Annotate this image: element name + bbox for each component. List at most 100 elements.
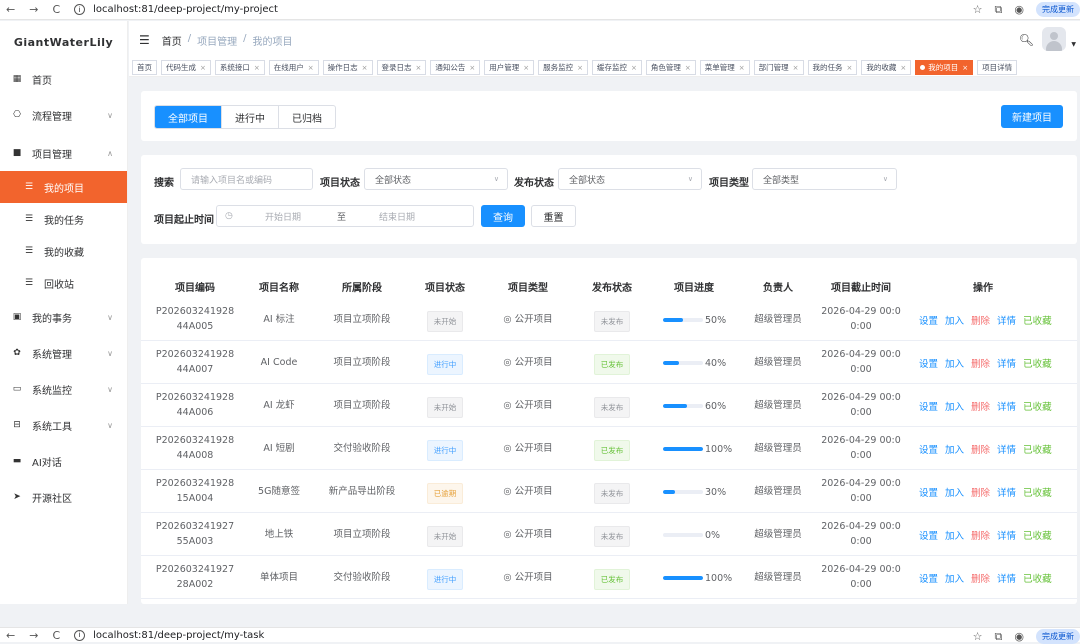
tag-12[interactable]: 部门管理 ×: [753, 60, 804, 75]
sidebar-item-affairs[interactable]: ▣ 我的事务 ∨: [0, 299, 127, 335]
close-icon[interactable]: ×: [900, 64, 906, 72]
favorited-link[interactable]: 已收藏: [1023, 528, 1052, 542]
sidebar-item-community[interactable]: ➤ 开源社区: [0, 479, 127, 515]
sidebar-item-monitor[interactable]: ▭ 系统监控 ∨: [0, 371, 127, 407]
close-icon[interactable]: ×: [523, 64, 529, 72]
detail-link[interactable]: 详情: [997, 442, 1016, 456]
caret-down-icon[interactable]: ▼: [1071, 41, 1076, 48]
forward-icon[interactable]: →: [29, 629, 38, 642]
settings-link[interactable]: 设置: [919, 528, 938, 542]
delete-link[interactable]: 删除: [971, 442, 990, 456]
join-link[interactable]: 加入: [945, 528, 964, 542]
detail-link[interactable]: 详情: [997, 356, 1016, 370]
tab-archived[interactable]: 已归档: [279, 106, 335, 128]
tag-9[interactable]: 缓存监控 ×: [592, 60, 642, 75]
tag-16[interactable]: 项目详情: [977, 60, 1018, 75]
settings-link[interactable]: 设置: [919, 442, 938, 456]
reload-icon[interactable]: C: [52, 629, 60, 642]
update-button[interactable]: 完成更新: [1036, 2, 1080, 17]
hamburger-icon[interactable]: ☰: [139, 33, 150, 47]
status-select[interactable]: 全部状态 ∨: [364, 168, 508, 190]
delete-link[interactable]: 删除: [971, 313, 990, 327]
close-icon[interactable]: ×: [254, 64, 260, 72]
close-icon[interactable]: ×: [577, 64, 583, 72]
extensions-icon[interactable]: ⧉: [995, 630, 1003, 644]
delete-link[interactable]: 删除: [971, 528, 990, 542]
tag-1[interactable]: 代码生成 ×: [161, 60, 211, 75]
detail-link[interactable]: 详情: [997, 313, 1016, 327]
breadcrumb-home[interactable]: 首页: [162, 33, 182, 48]
tab-all[interactable]: 全部项目: [155, 106, 222, 128]
tag-11[interactable]: 菜单管理 ×: [699, 60, 750, 75]
settings-link[interactable]: 设置: [919, 356, 938, 370]
address-bar[interactable]: i localhost:81/deep-project/my-task: [74, 629, 264, 641]
tag-13[interactable]: 我的任务 ×: [807, 60, 858, 75]
sidebar-item-recycle[interactable]: ☰ 回收站: [0, 267, 127, 299]
favorited-link[interactable]: 已收藏: [1023, 442, 1052, 456]
sidebar-item-system[interactable]: ✿ 系统管理 ∨: [0, 335, 127, 371]
settings-link[interactable]: 设置: [919, 485, 938, 499]
tag-2[interactable]: 系统接口 ×: [214, 60, 265, 75]
join-link[interactable]: 加入: [945, 399, 964, 413]
star-icon[interactable]: ☆: [973, 3, 983, 16]
tag-5[interactable]: 登录日志 ×: [376, 60, 427, 75]
tag-7[interactable]: 用户管理 ×: [484, 60, 535, 75]
tab-in-progress[interactable]: 进行中: [222, 106, 279, 128]
tag-0[interactable]: 首页: [132, 60, 157, 75]
new-project-button[interactable]: 新建项目: [1001, 105, 1063, 128]
delete-link[interactable]: 删除: [971, 399, 990, 413]
breadcrumb-project[interactable]: 项目管理: [197, 33, 237, 48]
close-icon[interactable]: ×: [200, 64, 206, 72]
join-link[interactable]: 加入: [945, 485, 964, 499]
sidebar-item-tools[interactable]: ⊟ 系统工具 ∨: [0, 407, 127, 443]
close-icon[interactable]: ×: [469, 64, 475, 72]
sidebar-item-ai-chat[interactable]: ▬ AI对话: [0, 443, 127, 479]
search-input[interactable]: 请输入项目名或编码: [180, 168, 313, 190]
type-select[interactable]: 全部类型 ∨: [752, 168, 897, 190]
query-button[interactable]: 查询: [481, 205, 525, 227]
sidebar-item-my-favorite[interactable]: ☰ 我的收藏: [0, 235, 127, 267]
reset-button[interactable]: 重置: [531, 205, 576, 227]
close-icon[interactable]: ×: [631, 64, 637, 72]
search-icon[interactable]: 🔍︎: [1019, 33, 1034, 47]
profile-icon[interactable]: ◉: [1014, 3, 1024, 16]
sidebar-item-flow[interactable]: ⎔ 流程管理 ∨: [0, 95, 127, 135]
close-icon[interactable]: ×: [962, 64, 968, 72]
settings-link[interactable]: 设置: [919, 399, 938, 413]
close-icon[interactable]: ×: [793, 64, 799, 72]
address-bar[interactable]: i localhost:81/deep-project/my-project: [74, 4, 278, 15]
detail-link[interactable]: 详情: [997, 571, 1016, 585]
profile-icon[interactable]: ◉: [1014, 630, 1024, 643]
close-icon[interactable]: ×: [416, 64, 422, 72]
close-icon[interactable]: ×: [739, 64, 745, 72]
tag-8[interactable]: 服务监控 ×: [538, 60, 588, 75]
close-icon[interactable]: ×: [362, 64, 368, 72]
sidebar-item-my-project[interactable]: ☰ 我的项目: [0, 171, 127, 203]
settings-link[interactable]: 设置: [919, 571, 938, 585]
extensions-icon[interactable]: ⧉: [995, 3, 1003, 17]
sidebar-item-my-task[interactable]: ☰ 我的任务: [0, 203, 127, 235]
tag-14[interactable]: 我的收藏 ×: [861, 60, 912, 75]
sidebar-item-home[interactable]: ▦ 首页: [0, 63, 127, 95]
tag-15[interactable]: 我的项目 ×: [915, 60, 974, 75]
join-link[interactable]: 加入: [945, 356, 964, 370]
join-link[interactable]: 加入: [945, 571, 964, 585]
site-info-icon[interactable]: i: [74, 629, 86, 641]
favorited-link[interactable]: 已收藏: [1023, 571, 1052, 585]
back-icon[interactable]: ←: [6, 629, 15, 642]
reload-icon[interactable]: C: [52, 3, 60, 16]
site-info-icon[interactable]: i: [74, 4, 86, 15]
settings-link[interactable]: 设置: [919, 313, 938, 327]
detail-link[interactable]: 详情: [997, 485, 1016, 499]
tag-6[interactable]: 通知公告 ×: [430, 60, 481, 75]
star-icon[interactable]: ☆: [973, 630, 983, 643]
tag-3[interactable]: 在线用户 ×: [268, 60, 319, 75]
detail-link[interactable]: 详情: [997, 528, 1016, 542]
favorited-link[interactable]: 已收藏: [1023, 356, 1052, 370]
publish-select[interactable]: 全部状态 ∨: [558, 168, 702, 190]
favorited-link[interactable]: 已收藏: [1023, 399, 1052, 413]
favorited-link[interactable]: 已收藏: [1023, 313, 1052, 327]
delete-link[interactable]: 删除: [971, 571, 990, 585]
sidebar-item-project[interactable]: ■ 项目管理 ∧: [0, 135, 127, 171]
avatar[interactable]: [1042, 27, 1066, 51]
